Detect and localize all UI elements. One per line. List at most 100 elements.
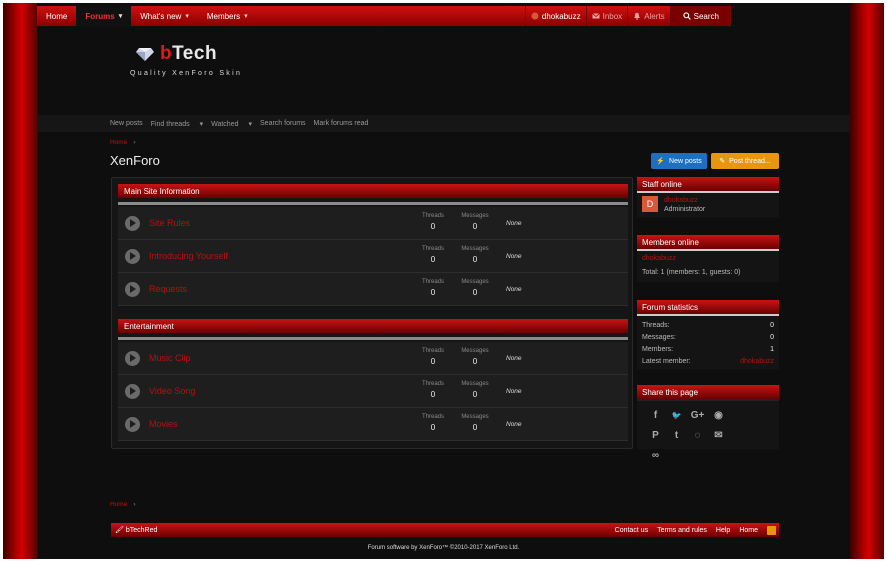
stat-row: Messages: 0 [637,331,779,343]
link-icon[interactable]: ∞ [645,445,666,465]
forum-title[interactable]: Music Clip [149,353,191,363]
threads-label: Threads [421,213,444,219]
subnav-new-posts[interactable]: New posts [110,120,143,127]
forum-node[interactable]: Requests Threads 0 Messages 0 None [118,273,628,306]
breadcrumb-home[interactable]: Home [110,139,127,146]
subnav-search-forums[interactable]: Search forums [260,120,306,127]
category-title: Entertainment [124,321,174,331]
subnav-find-threads[interactable]: Find threads ▾ [151,120,203,128]
sub-nav: New posts Find threads ▾ Watched ▾ Search … [37,115,850,132]
bolt-icon: ⚡ [656,158,666,165]
forum-arrow-icon [125,249,140,264]
stat-label: Members: [642,345,674,353]
staff-online-widget: Staff online D dhokabuzz Administrator [637,177,779,217]
widget-body: D dhokabuzz Administrator [637,191,779,217]
account-link[interactable]: dhokabuzz [524,6,586,26]
nav-forums[interactable]: Forums ▾ [76,6,132,26]
copyright: Forum software by XenForo™ ©2010-2017 Xe… [367,545,520,551]
staff-role: Administrator [664,206,706,213]
forum-node[interactable]: Introducing Yourself Threads 0 Messages 0 … [118,240,628,273]
whatsapp-icon[interactable]: ◌ [687,425,708,445]
pinterest-icon[interactable]: P [645,425,666,445]
stat-row: Members: 1 [637,343,779,355]
right-red-border [850,3,884,559]
widget-title: Staff online [637,177,779,191]
messages-stat: Messages 0 [460,279,490,297]
google-plus-icon[interactable]: G+ [687,405,708,425]
messages-label: Messages [461,414,489,420]
staff-row: D dhokabuzz Administrator [637,193,779,217]
reddit-icon[interactable]: ◉ [708,405,729,425]
threads-count: 0 [430,288,436,297]
forum-node[interactable]: Movies Threads 0 Messages 0 None [118,408,628,441]
forum-node[interactable]: Site Rules Threads 0 Messages 0 None [118,207,628,240]
forum-arrow-icon [125,351,140,366]
messages-stat: Messages 0 [460,213,490,231]
category-header[interactable]: Entertainment [118,319,628,333]
forum-title[interactable]: Movies [149,419,178,429]
forum-title[interactable]: Video Song [149,386,195,396]
nav-home-label: Home [46,11,68,21]
messages-stat: Messages 0 [460,246,490,264]
user-avatar-icon [531,12,539,20]
search-button[interactable]: Search [669,6,731,26]
stat-label: Messages: [642,333,676,341]
threads-label: Threads [421,246,444,252]
nav-whats-new[interactable]: What's new ▾ [131,6,198,26]
staff-username[interactable]: dhokabuzz [664,197,698,204]
chevron-down-icon[interactable]: ▾ [119,12,123,20]
nav-home[interactable]: Home [37,6,76,26]
footer-home-link[interactable]: Home [739,527,758,534]
threads-stat: Threads 0 [418,213,448,231]
post-thread-button[interactable]: ✎ Post thread... [711,153,779,169]
forum-node[interactable]: Video Song Threads 0 Messages 0 None [118,375,628,408]
nav-members[interactable]: Members ▾ [198,6,257,26]
alerts-link[interactable]: Alerts [627,6,669,26]
latest-member-link[interactable]: dhokabuzz [740,358,774,365]
messages-label: Messages [461,348,489,354]
stat-value: 0 [770,333,774,341]
threads-label: Threads [421,414,444,420]
forum-title[interactable]: Site Rules [149,218,190,228]
chevron-down-icon[interactable]: ▾ [244,12,248,20]
chevron-down-icon: ▾ [199,120,204,128]
new-posts-button[interactable]: ⚡ New posts [651,153,707,169]
messages-stat: Messages 0 [460,381,490,399]
threads-label: Threads [421,348,444,354]
chevron-down-icon[interactable]: ▾ [185,12,189,20]
rss-icon[interactable] [767,525,776,535]
widget-body: dhokabuzz Total: 1 (members: 1, guests: … [637,249,779,282]
breadcrumb-home[interactable]: Home [110,501,127,508]
envelope-icon [591,13,600,19]
facebook-icon[interactable]: f [645,405,666,425]
forum-title[interactable]: Introducing Yourself [149,251,228,261]
page-title: XenForo [110,153,160,168]
threads-count: 0 [430,357,436,366]
threads-stat: Threads 0 [418,414,448,432]
style-chooser[interactable]: 🖌 bTechRed [115,526,157,534]
threads-stat: Threads 0 [418,348,448,366]
subnav-watched[interactable]: Watched ▾ [211,120,252,128]
subnav-mark-read[interactable]: Mark forums read [314,120,369,127]
style-name: bTechRed [125,527,158,534]
messages-stat: Messages 0 [460,414,490,432]
stat-value: 1 [770,345,774,353]
email-icon[interactable]: ✉ [708,425,729,445]
tumblr-icon[interactable]: t [666,425,687,445]
footer-help-link[interactable]: Help [716,527,730,534]
last-post: None [506,286,522,293]
messages-count: 0 [472,423,478,432]
forum-node[interactable]: Music Clip Threads 0 Messages 0 None [118,342,628,375]
avatar[interactable]: D [642,196,658,212]
footer-contact-link[interactable]: Contact us [615,527,648,534]
forum-title[interactable]: Requests [149,284,187,294]
inbox-link[interactable]: Inbox [585,6,628,26]
breadcrumb: Home › [110,139,136,146]
twitter-icon[interactable]: 🐦 [666,405,687,425]
footer-terms-link[interactable]: Terms and rules [657,527,707,534]
online-member[interactable]: dhokabuzz [642,255,676,262]
page: Home Forums ▾ What's new ▾ Members ▾ dhokab… [37,3,850,559]
paintbrush-icon: 🖌 [115,527,124,534]
category-header[interactable]: Main Site Information [118,184,628,198]
post-thread-label: Post thread... [729,157,771,165]
